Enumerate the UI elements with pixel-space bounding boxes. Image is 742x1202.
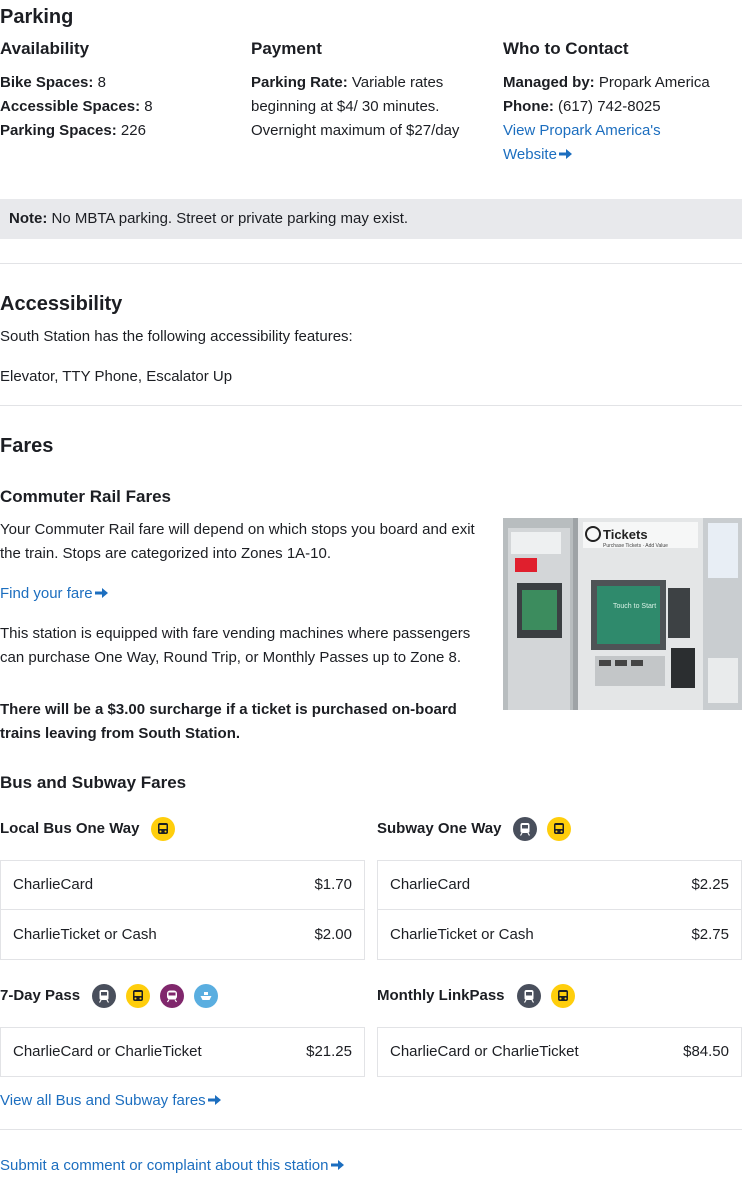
payment-heading: Payment — [251, 39, 322, 58]
accessibility-heading: Accessibility — [0, 293, 123, 315]
view-all-bus-subway-fares-link[interactable]: View all Bus and Subway fares — [0, 1089, 221, 1113]
divider — [0, 1129, 742, 1130]
monthly-linkpass-fare-table: CharlieCard or CharlieTicket $84.50 — [377, 1027, 742, 1077]
monthly-linkpass-title: Monthly LinkPass — [377, 983, 585, 1009]
contact-phone: Phone: (617) 742-8025 — [503, 98, 661, 115]
tickets-sign: Tickets — [603, 527, 648, 542]
ferry-icon — [194, 984, 219, 1008]
arrow-right-icon — [94, 588, 108, 598]
bus-subway-fares-heading: Bus and Subway Fares — [0, 773, 187, 792]
table-row: CharlieTicket or Cash $2.00 — [13, 925, 352, 943]
subway-icon — [516, 984, 541, 1008]
parking-spaces: Parking Spaces: 226 — [0, 122, 146, 139]
touch-to-start-text: Touch to Start — [613, 603, 656, 610]
subway-icon — [513, 817, 538, 841]
arrow-right-icon — [330, 1160, 344, 1170]
availability-heading: Availability — [0, 39, 90, 58]
commuter-rail-description: Your Commuter Rail fare will depend on w… — [0, 521, 475, 562]
table-row: CharlieCard or CharlieTicket $84.50 — [390, 1043, 729, 1060]
ticket-machine-photo: Tickets Purchase Tickets · Add Value Tou… — [503, 518, 742, 710]
parking-heading: Parking — [0, 6, 74, 28]
bike-spaces: Bike Spaces: 8 — [0, 74, 106, 91]
local-bus-title: Local Bus One Way — [0, 816, 185, 842]
tickets-sign-subtext: Purchase Tickets · Add Value — [603, 543, 668, 549]
payment-column: Payment Parking Rate: Variable rates beg… — [251, 38, 466, 143]
seven-day-pass-fare-table: CharlieCard or CharlieTicket $21.25 — [0, 1027, 365, 1077]
divider — [0, 263, 742, 264]
parking-note: Note: No MBTA parking. Street or private… — [0, 199, 742, 239]
commuter-rail-fares-heading: Commuter Rail Fares — [0, 487, 171, 506]
arrow-right-icon — [558, 149, 572, 159]
subway-icon — [92, 984, 117, 1008]
seven-day-pass-title: 7-Day Pass — [0, 983, 228, 1009]
table-row: CharlieTicket or Cash $2.75 — [390, 925, 729, 943]
table-row: CharlieCard $2.25 — [378, 861, 741, 910]
accessible-spaces: Accessible Spaces: 8 — [0, 98, 153, 115]
bus-icon — [126, 984, 151, 1008]
surcharge-notice: There will be a $3.00 surcharge if a tic… — [0, 701, 457, 742]
managed-by: Managed by: Propark America — [503, 74, 710, 91]
arrow-right-icon — [207, 1095, 221, 1105]
accessibility-intro: South Station has the following accessib… — [0, 328, 353, 345]
ticket-machine-illustration: Tickets Purchase Tickets · Add Value Tou… — [503, 518, 742, 710]
bus-icon — [547, 817, 572, 841]
table-row: CharlieCard $1.70 — [1, 861, 364, 910]
submit-comment-link[interactable]: Submit a comment or complaint about this… — [0, 1154, 344, 1178]
fares-heading: Fares — [0, 435, 54, 457]
propark-website-link[interactable]: View Propark America's Website — [503, 119, 693, 167]
bus-icon — [151, 817, 176, 841]
bus-icon — [550, 984, 575, 1008]
commuter-rail-icon — [160, 984, 185, 1008]
local-bus-fare-table: CharlieCard $1.70 CharlieTicket or Cash $2… — [0, 860, 365, 960]
subway-fare-table: CharlieCard $2.25 CharlieTicket or Cash $2… — [377, 860, 742, 960]
accessibility-features: Elevator, TTY Phone, Escalator Up — [0, 368, 233, 385]
find-your-fare-link[interactable]: Find your fare — [0, 582, 108, 606]
subway-title: Subway One Way — [377, 816, 581, 842]
contact-column: Who to Contact Managed by: Propark Ameri… — [503, 38, 738, 167]
parking-rate: Parking Rate: Variable rates beginning a… — [251, 74, 460, 139]
availability-column: Availability Bike Spaces: 8 Accessible S… — [0, 38, 235, 143]
table-row: CharlieCard or CharlieTicket $21.25 — [13, 1043, 352, 1060]
fare-machine-description: This station is equipped with fare vendi… — [0, 625, 471, 666]
contact-heading: Who to Contact — [503, 39, 629, 58]
divider — [0, 405, 742, 406]
